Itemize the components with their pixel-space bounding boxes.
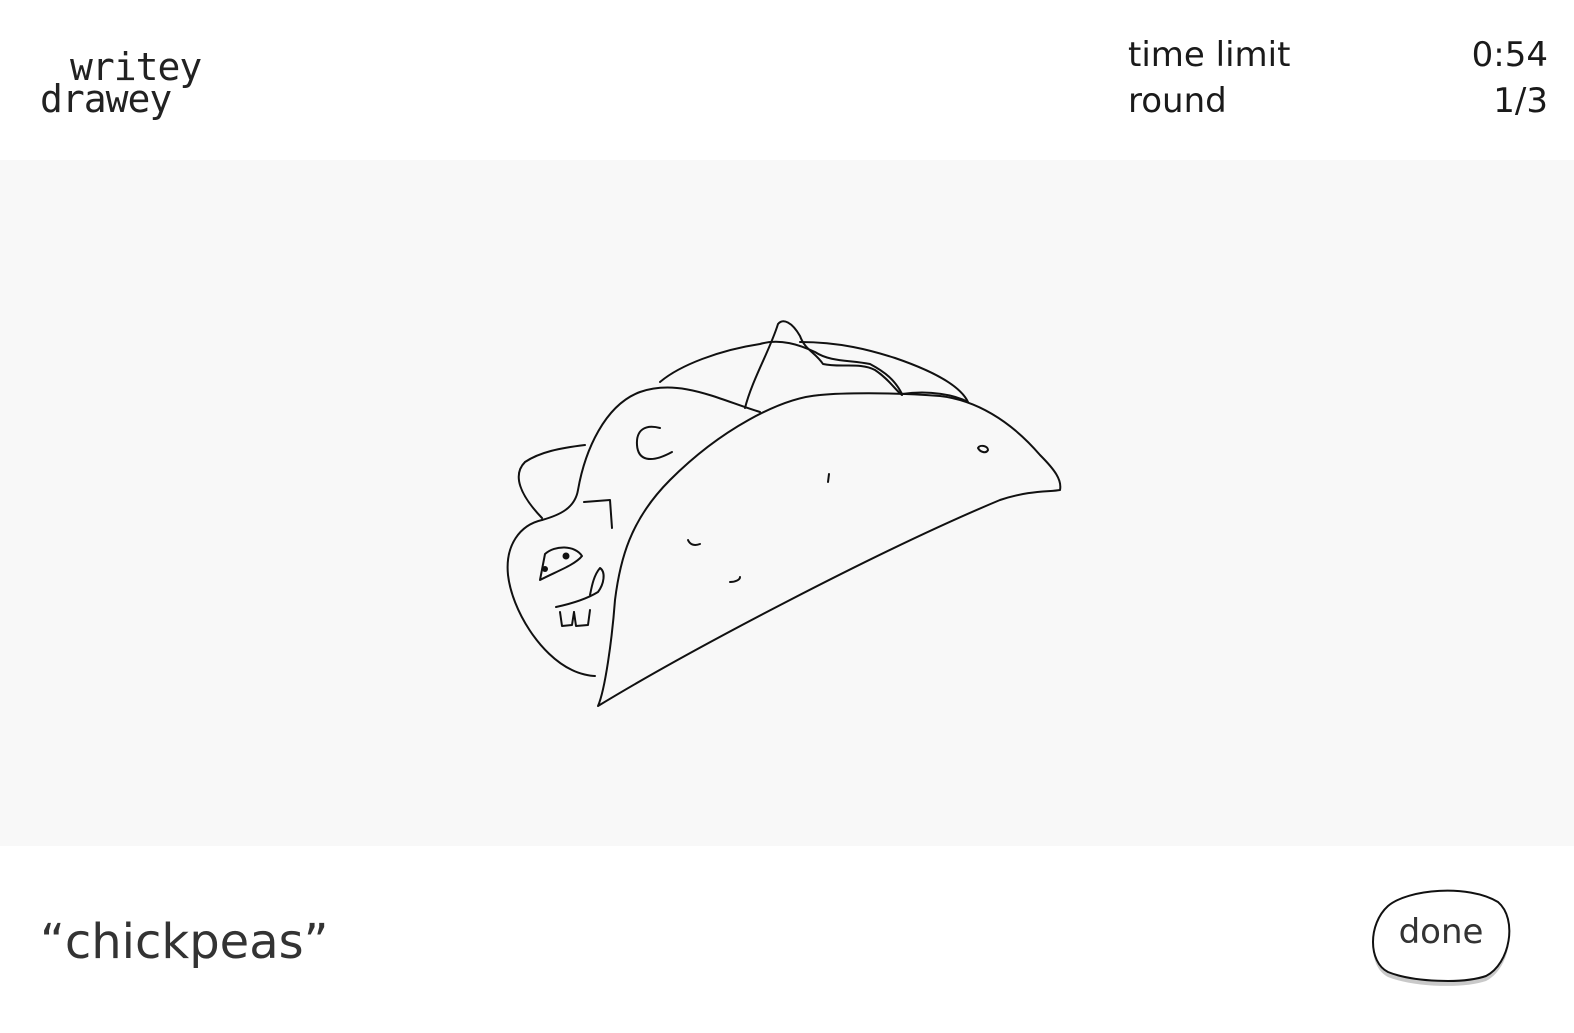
done-button[interactable]: done xyxy=(1368,884,1514,986)
round-label: round xyxy=(1128,81,1227,121)
detail-1-path xyxy=(687,539,701,546)
front-shell-path xyxy=(597,392,1062,707)
tooth-1-path xyxy=(559,611,575,627)
mouth-path xyxy=(555,567,605,608)
app-logo[interactable]: writey drawey xyxy=(40,40,215,130)
ear-inner-path xyxy=(583,499,613,529)
pupil-1 xyxy=(562,552,570,560)
drawing-prompt: “chickpeas” xyxy=(40,914,329,970)
time-limit-label: time limit xyxy=(1128,35,1291,75)
detail-4-path xyxy=(977,444,989,454)
time-limit-value: 0:54 xyxy=(1471,35,1548,75)
face-outline-path xyxy=(506,519,596,677)
round-row: round 1/3 xyxy=(1128,78,1548,124)
footer: “chickpeas” done xyxy=(0,846,1574,1033)
ear-path xyxy=(517,444,586,519)
header: writey drawey time limit 0:54 round 1/3 xyxy=(0,0,1574,160)
c-mark-path xyxy=(635,425,673,461)
detail-3-path xyxy=(827,473,830,483)
taco-drawing xyxy=(506,320,1062,707)
detail-2-path xyxy=(729,576,741,583)
back-shell-path xyxy=(541,386,761,521)
logo-line-2: drawey xyxy=(40,77,172,121)
drawing-canvas[interactable] xyxy=(0,160,1574,846)
time-limit-row: time limit 0:54 xyxy=(1128,32,1548,78)
pupil-2 xyxy=(542,566,548,572)
tooth-2-path xyxy=(573,609,591,627)
game-stats: time limit 0:54 round 1/3 xyxy=(1128,32,1548,124)
eye-shape-path xyxy=(539,546,583,581)
done-button-label: done xyxy=(1398,912,1484,952)
round-value: 1/3 xyxy=(1493,81,1548,121)
